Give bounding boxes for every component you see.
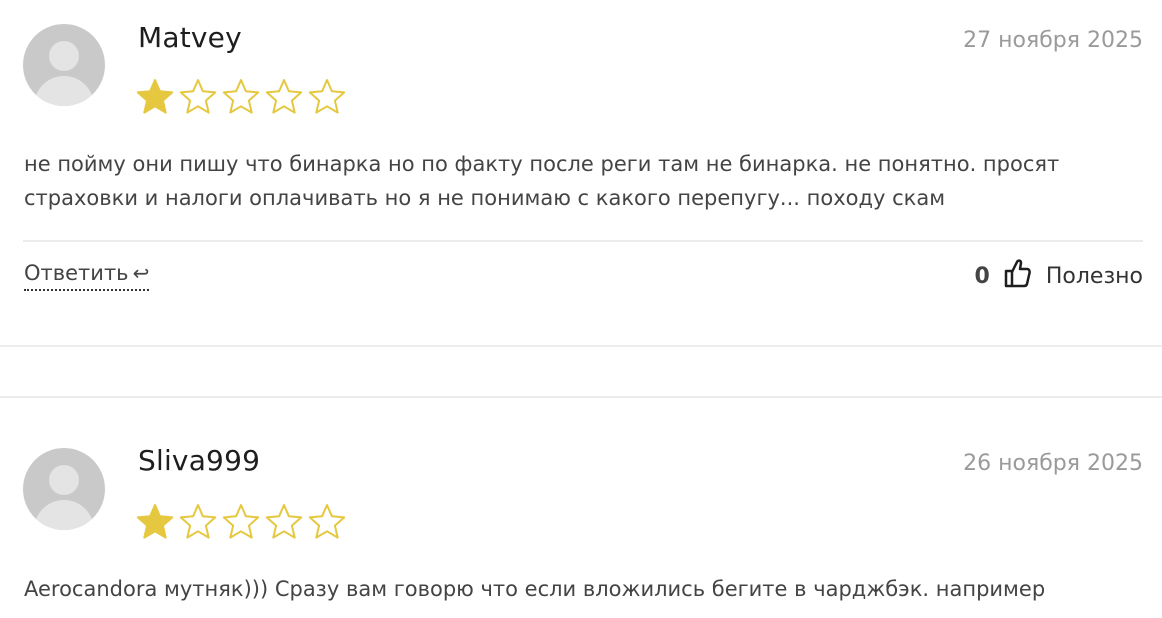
star-empty-icon xyxy=(265,79,303,114)
review-date: 26 ноября 2025 xyxy=(963,451,1143,476)
reply-arrow-icon: ↩ xyxy=(132,261,150,285)
review-date: 27 ноября 2025 xyxy=(963,28,1143,53)
separator xyxy=(0,396,1162,398)
rating-stars xyxy=(136,503,346,541)
reply-link[interactable]: Ответить ↩ xyxy=(24,261,150,291)
useful-label: Полезно xyxy=(1045,263,1143,289)
thumbs-up-icon xyxy=(1004,258,1032,294)
separator xyxy=(0,345,1162,347)
review-author: Sliva999 xyxy=(138,444,261,477)
rating-stars xyxy=(136,78,346,116)
review-card: Sliva999 26 ноября 2025 Aerocandora мутн… xyxy=(0,424,1162,618)
star-empty-icon xyxy=(222,79,260,114)
review-text: не пойму они пишу что бинарка но по факт… xyxy=(24,152,1060,210)
review-card: Matvey 27 ноября 2025 не пойму они пишу … xyxy=(0,0,1162,346)
star-empty-icon xyxy=(179,79,217,114)
avatar xyxy=(23,24,105,106)
divider xyxy=(23,240,1143,242)
star-empty-icon xyxy=(265,504,303,539)
star-empty-icon xyxy=(308,504,346,539)
star-empty-icon xyxy=(179,504,217,539)
review-text: Aerocandora мутняк))) Сразу вам говорю ч… xyxy=(24,577,1046,601)
useful-count: 0 xyxy=(974,263,990,289)
star-empty-icon xyxy=(222,504,260,539)
useful-button[interactable]: 0 Полезно xyxy=(975,258,1143,294)
reply-label: Ответить xyxy=(24,261,129,285)
avatar xyxy=(23,448,105,530)
star-filled-icon xyxy=(136,504,174,539)
star-empty-icon xyxy=(308,79,346,114)
review-author: Matvey xyxy=(138,21,242,54)
star-filled-icon xyxy=(136,79,174,114)
